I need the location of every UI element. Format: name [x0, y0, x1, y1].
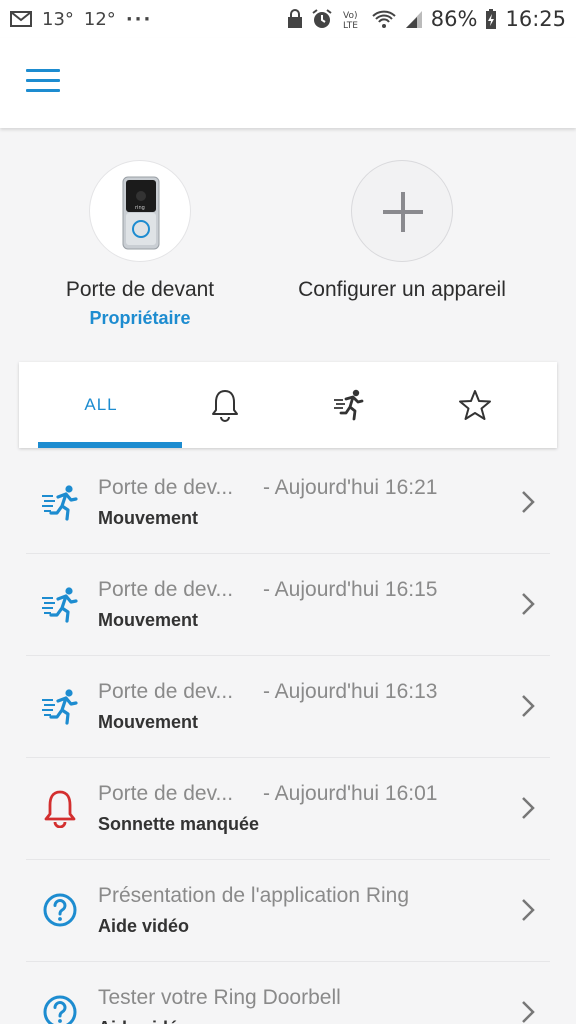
battery-charging-icon	[486, 9, 497, 29]
tab-all-label: ALL	[84, 395, 118, 414]
tab-motion[interactable]	[287, 362, 413, 448]
event-device: Porte de dev...	[98, 782, 234, 805]
event-time: - Aujourd'hui 16:13	[263, 680, 438, 703]
help-icon	[43, 893, 77, 927]
tab-selected-indicator	[38, 442, 182, 448]
chevron-right-icon	[522, 797, 535, 819]
device-front-door[interactable]: ring Porte de devant Propriétaire	[40, 160, 240, 329]
event-device: Porte de dev...	[98, 680, 234, 703]
status-temp-2: 12°	[83, 8, 116, 30]
svg-text:Vo): Vo)	[343, 11, 357, 21]
status-more-dots: ···	[125, 8, 153, 30]
star-icon	[459, 390, 491, 420]
svg-text:ring: ring	[135, 205, 145, 211]
motion-icon	[42, 587, 78, 623]
device-role: Propriétaire	[89, 308, 191, 328]
event-row[interactable]: Présentation de l'application Ring Aide …	[26, 860, 550, 962]
svg-text:LTE: LTE	[343, 21, 358, 30]
event-row[interactable]: Porte de dev... - Aujourd'hui 16:21 Mouve…	[26, 452, 550, 554]
tab-rings[interactable]	[162, 362, 288, 448]
event-type: Mouvement	[98, 508, 199, 528]
event-type: Aide vidéo	[98, 916, 190, 936]
status-bar: 13° 12° ··· Vo) LTE 86% 16:25	[0, 0, 576, 38]
event-device: Présentation de l'application Ring	[98, 884, 410, 907]
chevron-right-icon	[522, 593, 535, 615]
chevron-right-icon	[522, 695, 535, 717]
event-type: Aide vidéo	[98, 1018, 189, 1024]
event-type: Mouvement	[98, 712, 199, 732]
mail-icon	[10, 11, 32, 27]
help-icon	[43, 995, 77, 1024]
chevron-right-icon	[522, 1001, 535, 1023]
signal-icon	[405, 11, 422, 28]
event-row[interactable]: Tester votre Ring Doorbell Aide vidéo	[26, 962, 550, 1024]
doorbell-device-image[interactable]: ring	[89, 160, 191, 262]
tab-favorites[interactable]	[412, 362, 538, 448]
status-temp-1: 13°	[42, 8, 74, 30]
motion-runner-icon	[334, 389, 364, 421]
setup-device-label: Configurer un appareil	[298, 278, 506, 301]
hamburger-menu-icon[interactable]	[26, 69, 60, 95]
event-row[interactable]: Porte de dev... - Aujourd'hui 16:01 Sonne…	[26, 758, 550, 860]
motion-icon	[42, 689, 78, 725]
device-name: Porte de devant	[65, 278, 215, 301]
plus-icon[interactable]	[351, 160, 453, 262]
event-title: Porte de dev... - Aujourd'hui 16:21	[98, 476, 437, 500]
chevron-right-icon	[522, 899, 535, 921]
volte-icon: Vo)LTE	[343, 11, 358, 30]
event-device: Tester votre Ring Doorbell	[98, 986, 341, 1009]
battery-percent: 86%	[430, 7, 478, 31]
event-list: Porte de dev... - Aujourd'hui 16:21 Mouve…	[0, 452, 576, 1024]
event-time: - Aujourd'hui 16:15	[263, 578, 438, 601]
app-bar	[0, 38, 576, 128]
event-time: - Aujourd'hui 16:01	[263, 782, 438, 805]
event-type: Mouvement	[98, 610, 199, 630]
event-title: Porte de dev... - Aujourd'hui 16:01	[98, 782, 437, 806]
bell-icon	[44, 790, 76, 828]
event-filter-tabs: ALL	[19, 362, 557, 448]
event-title: Tester votre Ring Doorbell	[98, 986, 341, 1010]
event-time: - Aujourd'hui 16:21	[263, 476, 438, 499]
chevron-right-icon	[522, 491, 535, 513]
event-row[interactable]: Porte de dev... - Aujourd'hui 16:13 Mouve…	[26, 656, 550, 758]
event-title: Porte de dev... - Aujourd'hui 16:15	[98, 578, 437, 602]
motion-icon	[42, 485, 78, 521]
event-device: Porte de dev...	[98, 578, 234, 601]
wifi-icon	[372, 10, 396, 28]
event-device: Porte de dev...	[98, 476, 234, 499]
event-title: Présentation de l'application Ring	[98, 884, 409, 908]
setup-device-button[interactable]: Configurer un appareil	[278, 160, 526, 302]
event-row[interactable]: Porte de dev... - Aujourd'hui 16:15 Mouve…	[26, 554, 550, 656]
alarm-clock-icon	[312, 9, 332, 28]
security-lock-icon	[287, 9, 302, 28]
event-type: Sonnette manquée	[98, 814, 260, 834]
event-title: Porte de dev... - Aujourd'hui 16:13	[98, 680, 437, 704]
status-time: 16:25	[505, 7, 566, 31]
bell-icon	[212, 390, 238, 422]
tab-all[interactable]: ALL	[38, 362, 164, 448]
